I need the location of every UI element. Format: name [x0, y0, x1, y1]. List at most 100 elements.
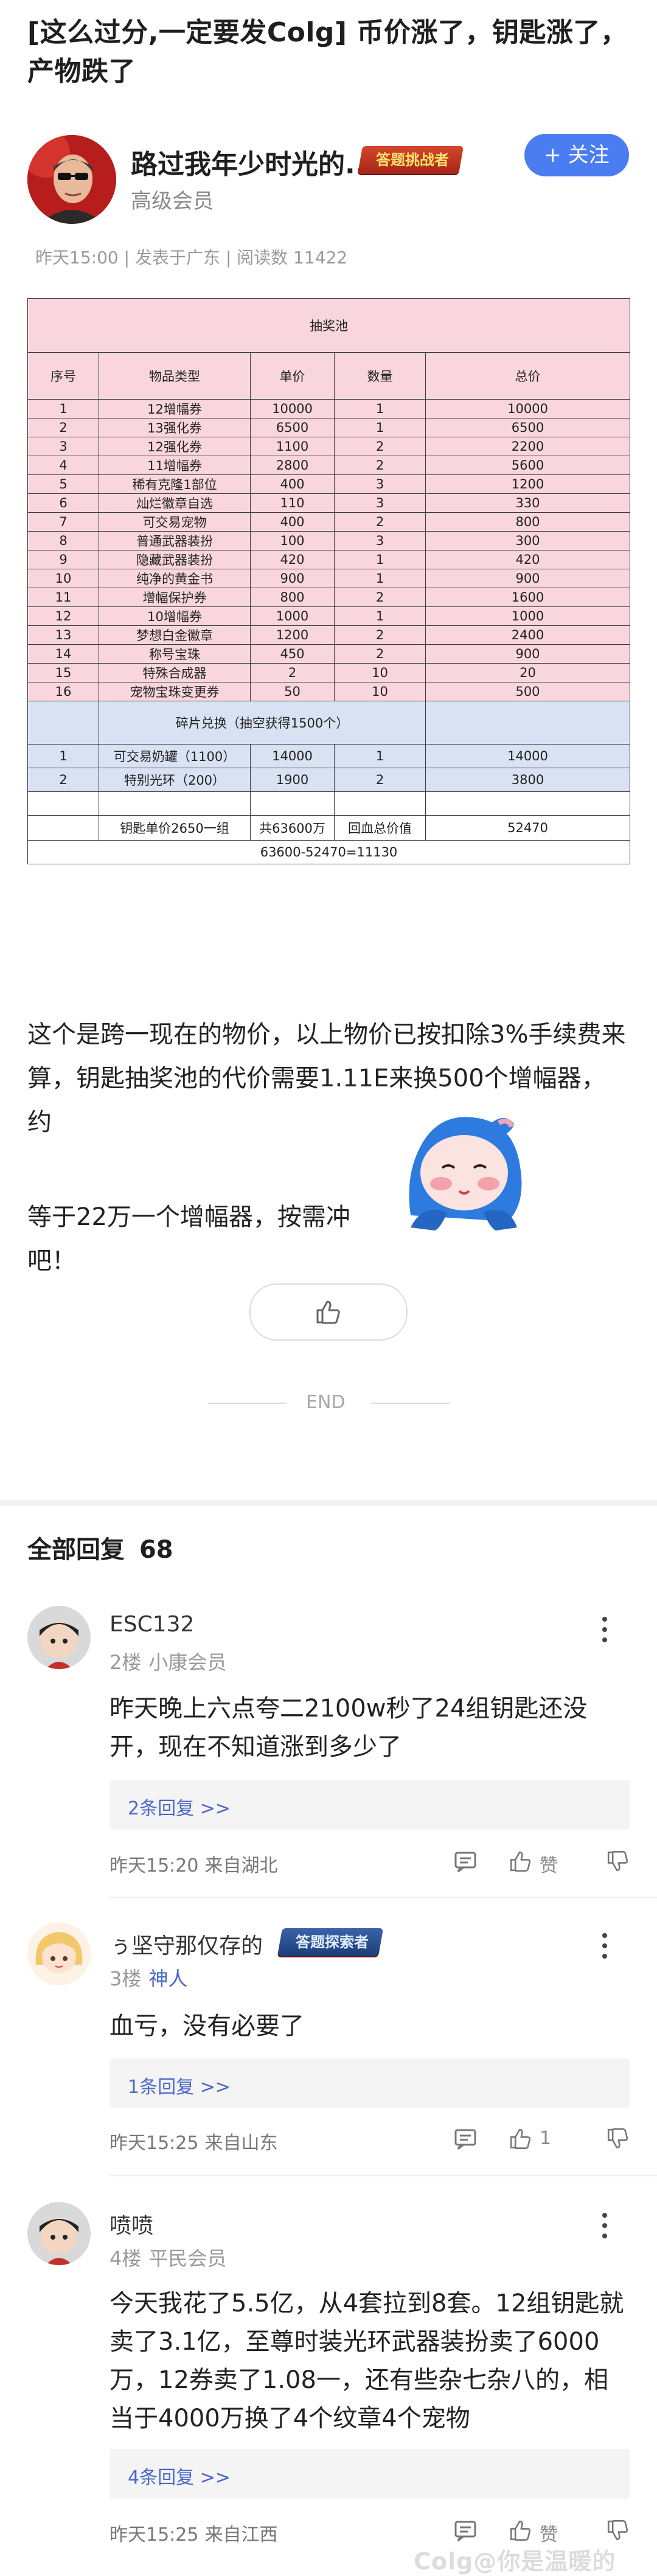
table-cell: 10增幅券 — [99, 606, 251, 626]
table-cell: 400 — [250, 512, 335, 532]
table-cell: 420 — [250, 550, 335, 569]
table-cell: 2 — [334, 456, 426, 475]
table-cell: 1 — [334, 744, 426, 768]
table-cell: 2800 — [250, 456, 335, 475]
table-cell: 10000 — [250, 399, 335, 418]
thumbs-up-icon — [316, 1300, 340, 1324]
table-cell: 2 — [27, 418, 99, 437]
table-header: 物品类型 — [99, 352, 251, 400]
thumbs-up-icon — [510, 2128, 531, 2149]
comment-actions: 1 — [453, 2124, 630, 2152]
return-label: 回血总价值 — [334, 815, 426, 841]
like-post-button[interactable] — [249, 1283, 408, 1341]
author-avatar[interactable] — [27, 135, 116, 224]
more-options-icon[interactable] — [600, 1933, 610, 1964]
comment-text: 昨天晚上六点夸二2100w秒了24组钥匙还没开，现在不知道涨到多少了 — [109, 1695, 588, 1761]
table-row: 1 可交易奶罐（1100） 14000 1 14000 — [27, 744, 631, 768]
comment-author-badge: 答题探索者 — [277, 1928, 384, 1956]
comment-avatar[interactable] — [27, 1922, 91, 1985]
table-cell: 可交易奶罐（1100） — [99, 744, 251, 768]
table-cell: 2 — [27, 768, 99, 792]
comment-avatar[interactable] — [27, 1606, 91, 1669]
table-row: 16 宠物宝珠变更券 50 10 500 — [27, 682, 631, 701]
post-page: [这么过分,一定要发Colg] 币价涨了，钥匙涨了，产物跌了 路过我年少时光的.… — [0, 0, 657, 2575]
comment-author[interactable]: ESC132 — [109, 1612, 194, 1637]
comment-floor: 4楼 平民会员 — [109, 2247, 227, 2270]
table-cell: 6500 — [250, 418, 335, 437]
table-cell: 5600 — [425, 456, 631, 475]
table-cell: 1 — [27, 399, 99, 418]
table-cell: 420 — [425, 550, 631, 569]
table-cell: 10 — [334, 663, 426, 682]
author-level: 高级会员 — [131, 189, 214, 214]
table-cell: 20 — [425, 663, 631, 682]
sub-replies-link[interactable]: 4条回复 >> — [109, 2449, 630, 2499]
table-cell: 3 — [334, 493, 426, 513]
table-row: 15 特殊合成器 2 10 20 — [27, 663, 631, 682]
table-row — [27, 791, 631, 816]
table-cell: 800 — [425, 512, 631, 532]
table-cell: 稀有克隆1部位 — [99, 474, 251, 494]
author-badge: 答题挑战者 — [357, 146, 464, 174]
table-row: 13 梦想白金徽章 1200 2 2400 — [27, 625, 631, 645]
thumbs-up-icon — [510, 2520, 531, 2541]
table-cell: 1900 — [250, 768, 335, 792]
table-cell: 梦想白金徽章 — [99, 625, 251, 645]
replies-count: 68 — [139, 1536, 173, 1564]
table-cell: 110 — [250, 493, 335, 513]
comment-text: 今天我花了5.5亿，从4套拉到8套。12组钥匙就卖了3.1亿，至尊时装光环武器装… — [109, 2290, 624, 2432]
table-cell: 14000 — [425, 744, 631, 768]
table-row: 7 可交易宠物 400 2 800 — [27, 512, 631, 532]
comment-divider — [109, 2175, 657, 2176]
table-cell: 增幅保护券 — [99, 588, 251, 607]
return-value: 52470 — [425, 815, 631, 841]
table-row: 2 13强化券 6500 1 6500 — [27, 418, 631, 437]
table-cell: 2200 — [425, 437, 631, 456]
table-row: 10 纯净的黄金书 900 1 900 — [27, 569, 631, 588]
more-options-icon[interactable] — [600, 2213, 610, 2244]
table-cell: 1000 — [250, 606, 335, 626]
table-cell: 可交易宠物 — [99, 512, 251, 532]
table-cell: 12 — [27, 606, 99, 626]
author-name[interactable]: 路过我年少时光的... — [131, 142, 375, 181]
comment-author[interactable]: 喷喷 — [109, 2208, 153, 2240]
end-label: END — [306, 1392, 346, 1413]
table-row: 14 称号宝珠 450 2 900 — [27, 644, 631, 664]
table-row: 碎片兑换（抽空获得1500个） — [27, 701, 631, 745]
table-row: 8 普通武器装扮 100 3 300 — [27, 531, 631, 550]
comment-actions: 赞 — [453, 2516, 630, 2546]
sub-replies-link[interactable]: 1条回复 >> — [109, 2058, 630, 2108]
table-header: 序号 — [27, 352, 99, 400]
follow-button[interactable]: + 关注 — [524, 134, 629, 176]
post-paragraph-2: 等于22万一个增幅器，按需冲吧！ — [27, 1203, 350, 1275]
replies-header-label: 全部回复 — [27, 1536, 125, 1564]
table-cell: 6 — [27, 493, 99, 513]
table-cell: 2 — [334, 768, 426, 792]
table-cell: 6500 — [425, 418, 631, 437]
sub-replies-link[interactable]: 2条回复 >> — [109, 1780, 630, 1830]
table-cell: 1200 — [425, 474, 631, 494]
cost-formula: 63600-52470=11130 — [27, 840, 631, 864]
table-cell: 400 — [250, 474, 335, 494]
more-options-icon[interactable] — [600, 1617, 610, 1648]
table-cell: 普通武器装扮 — [99, 531, 251, 550]
table-cell: 900 — [425, 569, 631, 588]
comment-divider — [109, 1897, 657, 1898]
table-cell — [425, 701, 631, 745]
table-cell: 10000 — [425, 399, 631, 418]
table-row: 11 增幅保护券 800 2 1600 — [27, 588, 631, 607]
replies-header: 全部回复 68 — [27, 1530, 173, 1565]
table-cell: 称号宝珠 — [99, 644, 251, 664]
comment-author[interactable]: ぅ坚守那仅存的 — [109, 1928, 263, 1960]
table-cell — [425, 791, 631, 816]
table-cell — [27, 701, 99, 745]
end-divider-right — [371, 1403, 450, 1404]
comment-avatar[interactable] — [27, 2202, 91, 2265]
table-cell: 3800 — [425, 768, 631, 792]
table-cell — [99, 791, 251, 816]
table-row: 4 11增幅券 2800 2 5600 — [27, 456, 631, 475]
table-cell: 9 — [27, 550, 99, 569]
table-cell: 300 — [425, 531, 631, 550]
table-cell — [27, 815, 99, 841]
table-row: 2 特别光环（200） 1900 2 3800 — [27, 768, 631, 792]
